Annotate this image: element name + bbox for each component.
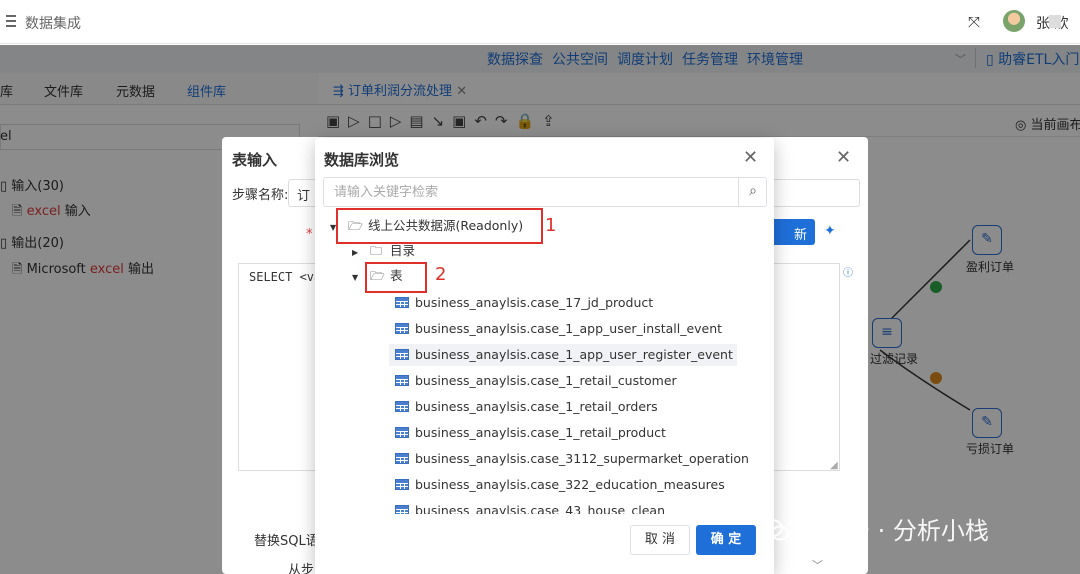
- table-name: business_anaylsis.case_322_education_mea…: [415, 477, 725, 492]
- dialog-title: 表输入: [232, 151, 278, 169]
- table-item-highlighted[interactable]: business_anaylsis.case_1_app_user_regist…: [389, 344, 737, 366]
- table-item[interactable]: business_anaylsis.case_1_app_user_instal…: [395, 318, 722, 340]
- table-item[interactable]: business_anaylsis.case_1_retail_orders: [395, 396, 658, 418]
- table-icon: [395, 297, 409, 308]
- table-icon: [395, 401, 409, 412]
- table-item[interactable]: business_anaylsis.case_3112_supermarket_…: [395, 448, 749, 470]
- search-box: ⌕: [323, 177, 767, 207]
- menu-icon[interactable]: [6, 15, 16, 27]
- table-icon: [395, 427, 409, 438]
- watermark: 公众号 · 分析小栈: [760, 511, 989, 546]
- table-icon: [395, 479, 409, 490]
- watermark-text: 公众号 · 分析小栈: [798, 517, 989, 545]
- caret-right-icon[interactable]: ▶: [352, 242, 362, 264]
- wechat-icon: [761, 519, 789, 541]
- table-name: business_anaylsis.case_1_app_user_instal…: [415, 321, 723, 336]
- fullscreen-icon[interactable]: ⤧: [968, 13, 980, 31]
- table-name: business_anaylsis.case_3112_supermarket_…: [415, 451, 749, 466]
- table-icon: [395, 375, 409, 386]
- annotation-box-2: [365, 262, 427, 293]
- table-icon: [395, 349, 409, 360]
- table-icon: [395, 453, 409, 464]
- caret-down-icon[interactable]: ▼: [352, 267, 362, 289]
- table-name: business_anaylsis.case_43_house_clean: [415, 503, 666, 514]
- annotation-number-1: 1: [545, 215, 557, 236]
- dialog-title: 数据库浏览: [324, 151, 400, 169]
- table-item[interactable]: business_anaylsis.case_43_house_clean: [395, 500, 665, 514]
- user-name-blur: [1049, 15, 1061, 28]
- db-tree: ▼ 🗁 线上公共数据源(Readonly) ▶ 🗀 目录 ▼ 🗁 表 business…: [315, 208, 774, 514]
- from-step-label: 从步: [288, 563, 315, 574]
- top-bar: 数据集成 ⤧ 张 欣: [0, 0, 1080, 44]
- close-icon[interactable]: ✕: [743, 147, 758, 168]
- database-browser-dialog: 数据库浏览 ✕ ⌕ ▼🗁 线上公共数据源(Readonly) ▶🗀 目录 ▼🗁 …: [315, 138, 774, 574]
- chevron-down-icon[interactable]: ﹀: [812, 557, 823, 573]
- table-icon: [395, 505, 409, 514]
- info-icon[interactable]: ⓘ: [843, 264, 853, 279]
- step-name-label: 步骤名称:: [232, 188, 289, 203]
- resize-handle-icon[interactable]: ◢: [830, 460, 838, 471]
- confirm-button[interactable]: 确 定: [696, 525, 756, 555]
- app-title: 数据集成: [25, 16, 81, 32]
- new-connection-button[interactable]: 新 建: [769, 219, 815, 262]
- table-name: business_anaylsis.case_1_app_user_regist…: [415, 347, 733, 362]
- close-icon[interactable]: ✕: [836, 147, 851, 168]
- annotation-box-1: [336, 208, 543, 244]
- avatar[interactable]: [1003, 10, 1025, 32]
- wand-icon[interactable]: ✦: [824, 223, 836, 239]
- table-name: business_anaylsis.case_1_retail_orders: [415, 399, 658, 414]
- table-name: business_anaylsis.case_1_retail_customer: [415, 373, 677, 388]
- table-item[interactable]: business_anaylsis.case_1_retail_customer: [395, 370, 677, 392]
- table-item[interactable]: business_anaylsis.case_322_education_mea…: [395, 474, 725, 496]
- search-button[interactable]: ⌕: [738, 178, 767, 206]
- replace-sql-label: 替换SQL语: [254, 534, 319, 549]
- search-input[interactable]: [324, 178, 738, 206]
- table-item[interactable]: business_anaylsis.case_1_retail_product: [395, 422, 666, 444]
- annotation-number-2: 2: [435, 264, 447, 285]
- tree-node-catalog-label: 目录: [389, 243, 415, 258]
- table-item[interactable]: business_anaylsis.case_17_jd_product: [395, 292, 653, 314]
- table-icon: [395, 323, 409, 334]
- cancel-button[interactable]: 取 消: [630, 525, 690, 555]
- required-mark: *: [306, 227, 313, 242]
- table-name: business_anaylsis.case_1_retail_product: [415, 425, 666, 440]
- search-icon: ⌕: [749, 183, 757, 199]
- table-name: business_anaylsis.case_17_jd_product: [415, 295, 654, 310]
